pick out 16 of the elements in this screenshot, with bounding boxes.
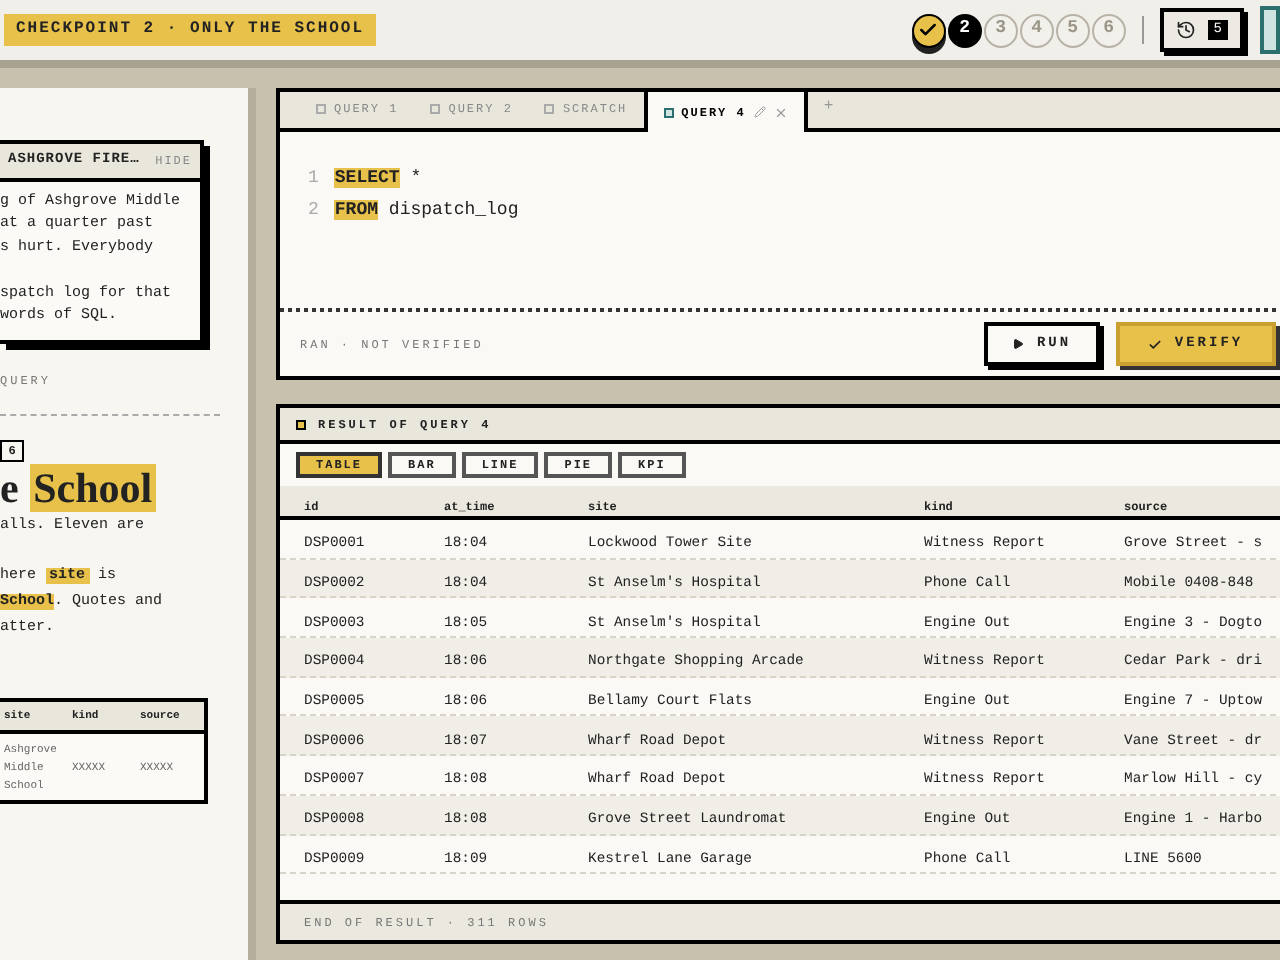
step-indicator[interactable]: 2 xyxy=(947,13,982,47)
line-number: 2 xyxy=(308,198,319,225)
code-line: SELECT * xyxy=(334,166,422,193)
edit-icon[interactable] xyxy=(753,106,766,118)
side-panel-edge xyxy=(1260,6,1280,54)
history-icon xyxy=(1175,20,1196,40)
check-icon xyxy=(918,20,939,40)
check-icon xyxy=(1148,337,1163,351)
code-line: FROM dispatch_log xyxy=(334,198,519,225)
heading: e School xyxy=(0,461,159,513)
play-icon xyxy=(1012,338,1025,350)
checkpoint-label: CHECKPOINT 2 · ONLY THE SCHOOL xyxy=(4,14,377,46)
close-icon[interactable] xyxy=(773,105,788,119)
result-icon xyxy=(296,419,306,429)
step-indicator[interactable] xyxy=(911,13,946,47)
line-number: 1 xyxy=(308,166,319,193)
